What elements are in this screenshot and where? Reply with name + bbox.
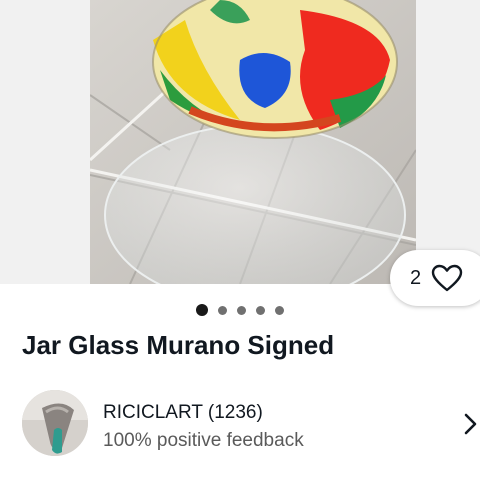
seller-name: RICICLART (1236)	[103, 402, 263, 423]
pagination-dot[interactable]	[218, 305, 227, 315]
pagination-dot-active[interactable]	[196, 304, 208, 316]
favorite-count: 2	[410, 266, 422, 289]
listing-photo[interactable]	[90, 0, 416, 284]
gallery-pagination	[0, 304, 480, 316]
heart-outline-icon	[431, 264, 463, 292]
favorite-button[interactable]: 2	[390, 250, 480, 306]
pagination-dot[interactable]	[275, 305, 284, 315]
pagination-dot[interactable]	[256, 305, 265, 315]
seller-info-row[interactable]: RICICLART (1236) 100% positive feedback	[0, 384, 480, 464]
chevron-right-icon[interactable]	[462, 412, 478, 436]
image-gallery[interactable]: 2	[0, 0, 480, 306]
listing-title: Jar Glass Murano Signed	[22, 330, 335, 360]
seller-feedback: 100% positive feedback	[103, 430, 304, 451]
seller-avatar	[22, 390, 88, 456]
pagination-dot[interactable]	[237, 305, 246, 315]
